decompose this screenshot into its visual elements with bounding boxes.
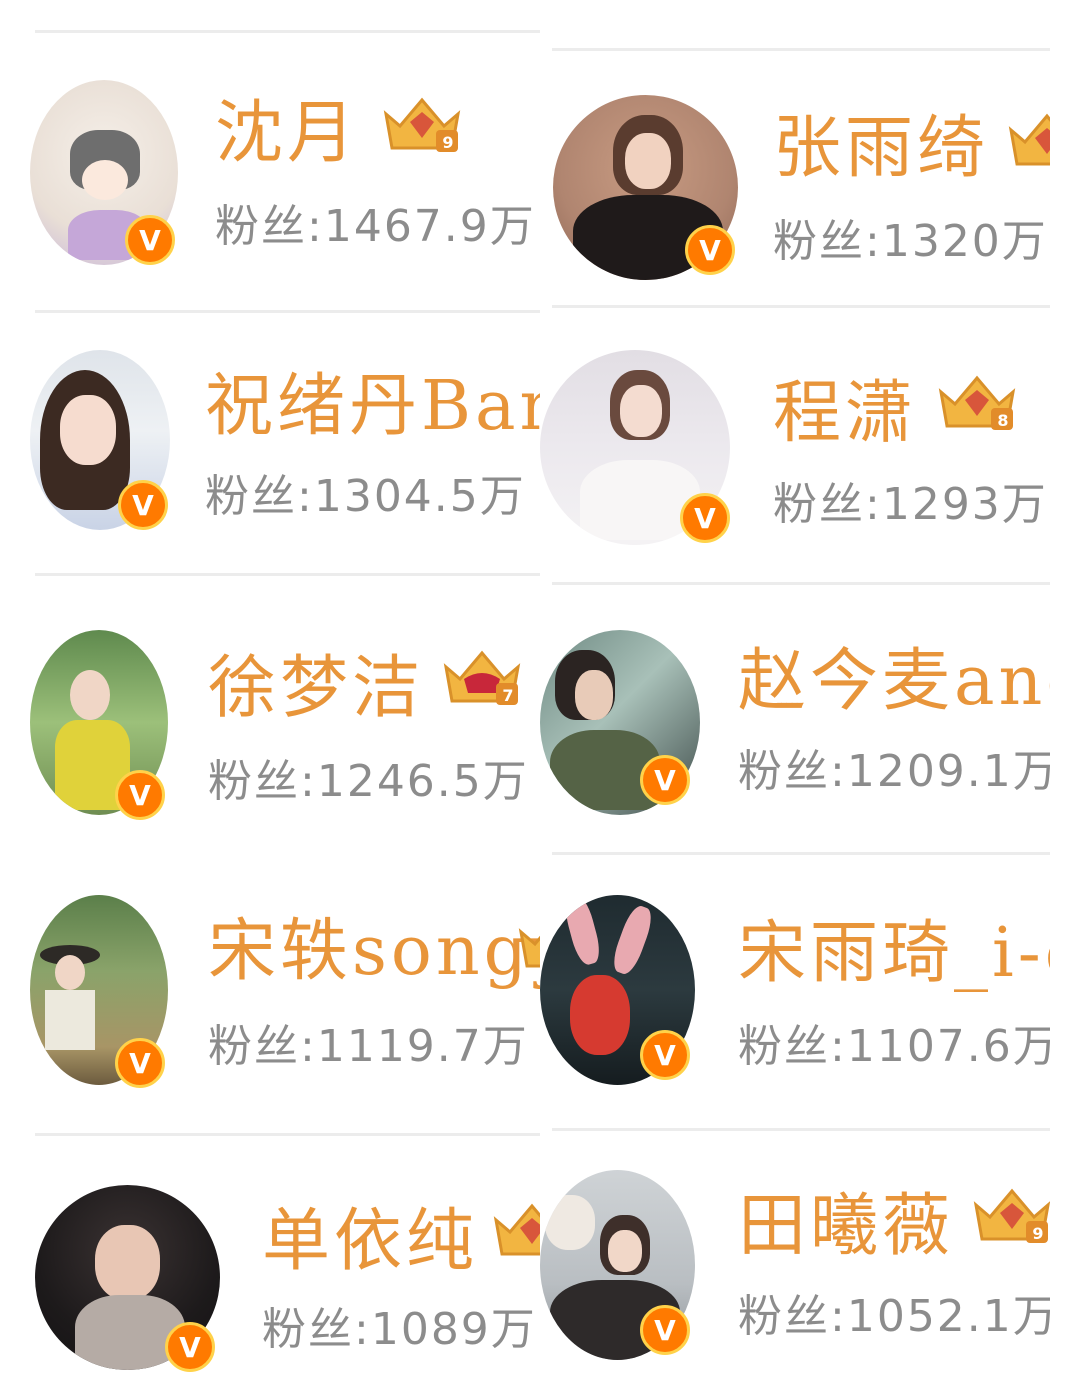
fans-count: 粉丝:1246.5万 [208, 760, 529, 804]
fans-count: 粉丝:1320万 [773, 220, 1048, 264]
verified-badge-icon: V [115, 1038, 165, 1088]
account-name[interactable]: 徐梦洁 [208, 655, 424, 723]
fans-prefix: 粉丝: [205, 471, 314, 522]
right-column: V 张雨绮 粉丝:1320万 V 程潇 8 粉丝:1293万 V 赵今麦an 粉… [540, 0, 1080, 1394]
fans-prefix: 粉丝: [215, 201, 324, 252]
account-card-5[interactable]: V 赵今麦ange 粉丝:1209.1万 [540, 610, 1050, 840]
fans-value: 1304.5万 [313, 471, 526, 522]
fans-value: 1467.9万 [323, 201, 536, 252]
verified-badge-icon: V [640, 755, 690, 805]
crown-level-icon: 7 [440, 645, 524, 709]
crown-level-icon: 8 [935, 370, 1019, 434]
divider [35, 30, 540, 33]
fans-value: 1107.6万 [846, 1021, 1050, 1072]
crown-level-icon: 9 [380, 92, 464, 156]
account-name[interactable]: 程潇 [773, 380, 917, 448]
fans-value: 1209.1万 [846, 746, 1050, 797]
fans-count: 粉丝:1119.7万 [208, 1025, 529, 1069]
account-card-2[interactable]: V 祝绪丹Bambi 粉丝:1304.5万 [0, 325, 540, 555]
fans-prefix: 粉丝: [262, 1304, 371, 1355]
fans-count: 粉丝:1467.9万 [215, 205, 536, 249]
fans-count: 粉丝:1293万 [773, 483, 1048, 527]
account-name[interactable]: 宋轶songyi [208, 918, 540, 986]
account-card-3[interactable]: V 程潇 8 粉丝:1293万 [540, 335, 1050, 565]
verified-badge-icon: V [680, 493, 730, 543]
crown-level: 9 [1032, 1224, 1044, 1243]
account-name[interactable]: 张雨绮 [773, 115, 989, 183]
account-name[interactable]: 祝绪丹Bambi [205, 373, 540, 441]
account-name[interactable]: 沈月 [215, 100, 359, 168]
verified-badge-icon: V [685, 225, 735, 275]
fans-value: 1293万 [881, 479, 1048, 530]
fans-count: 粉丝:1089万 [262, 1308, 537, 1352]
account-card-9[interactable]: V 田曦薇 9 粉丝:1052.1万 [540, 1155, 1050, 1385]
account-card-1[interactable]: V 张雨绮 粉丝:1320万 [540, 70, 1050, 300]
crown-level-icon: 9 [970, 1183, 1050, 1247]
verified-badge-icon: V [165, 1322, 215, 1372]
crown-level-icon [1005, 108, 1050, 172]
fans-count: 粉丝:1052.1万 [738, 1295, 1050, 1339]
crown-level: 9 [442, 133, 454, 152]
fans-count: 粉丝:1107.6万 [738, 1025, 1050, 1069]
verified-badge-icon: V [118, 480, 168, 530]
account-card-6[interactable]: V 宋轶songyi 粉丝:1119.7万 [0, 870, 540, 1100]
account-name[interactable]: 宋雨琦_i-d [738, 920, 1050, 988]
account-name[interactable]: 赵今麦ange [738, 648, 1050, 716]
fans-value: 1052.1万 [846, 1291, 1050, 1342]
divider [35, 310, 540, 313]
fans-value: 1119.7万 [316, 1021, 529, 1072]
left-column: V 沈月 9 粉丝:1467.9万 V 祝绪丹Bambi 粉丝:1304.5万 [0, 0, 540, 1394]
fans-value: 1246.5万 [316, 756, 529, 807]
fans-value: 1320万 [881, 216, 1048, 267]
account-name[interactable]: 田曦薇 [738, 1193, 954, 1261]
crown-level: 8 [997, 411, 1009, 430]
divider [552, 1128, 1050, 1131]
divider [552, 582, 1050, 585]
fans-count: 粉丝:1209.1万 [738, 750, 1050, 794]
verified-badge-icon: V [115, 770, 165, 820]
account-name[interactable]: 单依纯 [262, 1208, 478, 1276]
crown-level-icon [490, 1198, 540, 1262]
verified-badge-icon: V [640, 1030, 690, 1080]
fans-value: 1089万 [370, 1304, 537, 1355]
divider [552, 852, 1050, 855]
fans-prefix: 粉丝: [738, 1291, 847, 1342]
fans-prefix: 粉丝: [208, 1021, 317, 1072]
account-card-0[interactable]: V 沈月 9 粉丝:1467.9万 [0, 60, 540, 290]
account-card-8[interactable]: V 单依纯 粉丝:1089万 [0, 1150, 540, 1380]
crown-level-icon [515, 910, 540, 974]
fans-prefix: 粉丝: [773, 216, 882, 267]
crown-level: 7 [502, 686, 514, 705]
divider [35, 573, 540, 576]
fans-prefix: 粉丝: [738, 1021, 847, 1072]
fans-count: 粉丝:1304.5万 [205, 475, 526, 519]
divider [552, 48, 1050, 51]
verified-badge-icon: V [640, 1305, 690, 1355]
account-card-7[interactable]: V 宋雨琦_i-d 粉丝:1107.6万 [540, 880, 1050, 1110]
divider [35, 1133, 540, 1136]
divider [552, 305, 1050, 308]
fans-prefix: 粉丝: [773, 479, 882, 530]
account-card-4[interactable]: V 徐梦洁 7 粉丝:1246.5万 [0, 605, 540, 835]
fans-prefix: 粉丝: [738, 746, 847, 797]
fans-prefix: 粉丝: [208, 756, 317, 807]
verified-badge-icon: V [125, 215, 175, 265]
